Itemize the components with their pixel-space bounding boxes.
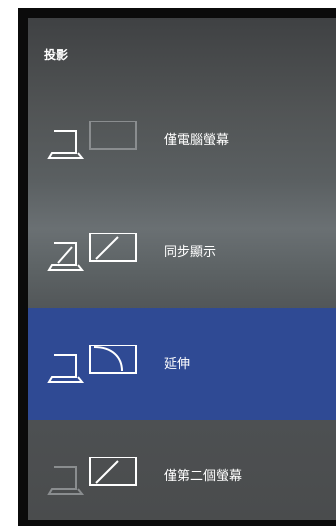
option-second-screen-only[interactable]: 僅第二個螢幕	[28, 420, 336, 520]
option-label-pc-screen-only: 僅電腦螢幕	[164, 133, 230, 148]
option-pc-screen-only[interactable]: 僅電腦螢幕	[28, 84, 336, 196]
project-panel: 投影 僅電腦螢幕 同步顯示 延伸 僅第二個螢幕	[18, 8, 336, 526]
option-label-duplicate: 同步顯示	[164, 245, 217, 260]
duplicate-icon	[47, 233, 137, 271]
screen-frame: 投影 僅電腦螢幕 同步顯示 延伸 僅第二個螢幕	[0, 0, 336, 529]
option-label-second-screen-only: 僅第二個螢幕	[164, 469, 243, 484]
option-extend[interactable]: 延伸	[28, 308, 336, 420]
second-screen-only-icon	[47, 457, 137, 495]
extend-icon	[47, 345, 137, 383]
option-label-extend: 延伸	[164, 357, 191, 372]
option-duplicate[interactable]: 同步顯示	[28, 196, 336, 308]
pc-screen-only-icon	[47, 121, 137, 159]
panel-title: 投影	[44, 48, 69, 62]
